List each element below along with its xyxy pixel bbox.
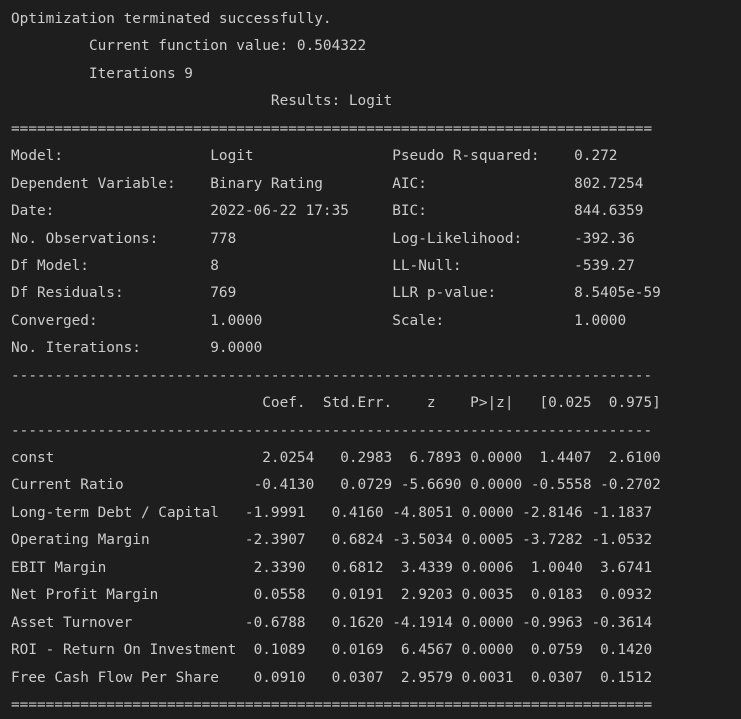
- output-line: ROI - Return On Investment 0.1089 0.0169…: [11, 642, 653, 659]
- console-output: Optimization terminated successfully. Cu…: [11, 6, 661, 719]
- output-line: Df Residuals: 769 LLR p-value: 8.5405e-5…: [11, 285, 661, 302]
- output-line: EBIT Margin 2.3390 0.6812 3.4339 0.0006 …: [11, 559, 653, 576]
- output-line: ----------------------------------------…: [11, 367, 653, 384]
- output-line: Long-term Debt / Capital -1.9991 0.4160 …: [11, 504, 653, 521]
- output-line: Net Profit Margin 0.0558 0.0191 2.9203 0…: [11, 587, 653, 604]
- output-line: ----------------------------------------…: [11, 422, 653, 439]
- output-line: Model: Logit Pseudo R-squared: 0.272: [11, 148, 618, 165]
- output-line: Coef. Std.Err. z P>|z| [0.025 0.975]: [11, 395, 661, 412]
- output-line: Free Cash Flow Per Share 0.0910 0.0307 2…: [11, 669, 653, 686]
- output-line: Df Model: 8 LL-Null: -539.27: [11, 257, 635, 274]
- output-line: Operating Margin -2.3907 0.6824 -3.5034 …: [11, 532, 653, 549]
- output-line: Results: Logit: [11, 93, 393, 110]
- output-line: Optimization terminated successfully.: [11, 11, 332, 27]
- output-line: Converged: 1.0000 Scale: 1.0000: [11, 312, 627, 329]
- output-line: Current Ratio -0.4130 0.0729 -5.6690 0.0…: [11, 477, 661, 494]
- output-line: No. Observations: 778 Log-Likelihood: -3…: [11, 230, 635, 247]
- output-line: Dependent Variable: Binary Rating AIC: 8…: [11, 175, 644, 192]
- output-line: const 2.0254 0.2983 6.7893 0.0000 1.4407…: [11, 450, 661, 466]
- output-line: Asset Turnover -0.6788 0.1620 -4.1914 0.…: [11, 614, 653, 631]
- output-line: Date: 2022-06-22 17:35 BIC: 844.6359: [11, 203, 644, 220]
- output-line: ========================================…: [11, 696, 653, 713]
- output-line: No. Iterations: 9.0000: [11, 340, 263, 357]
- output-line: Iterations 9: [11, 65, 193, 82]
- output-line: ========================================…: [11, 120, 653, 137]
- output-line: Current function value: 0.504322: [11, 38, 367, 55]
